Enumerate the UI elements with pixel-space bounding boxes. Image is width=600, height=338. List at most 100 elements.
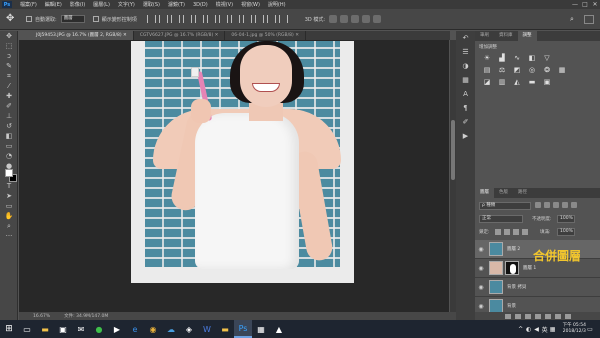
opacity-input[interactable]: 100% (557, 215, 575, 223)
show-transform-checkbox[interactable] (92, 16, 99, 22)
lasso-tool[interactable]: ↄ (0, 51, 18, 61)
auto-select-dropdown[interactable]: 圖層 (60, 15, 85, 23)
selective-color-icon[interactable]: ▣ (542, 78, 552, 86)
onedrive-icon[interactable]: ☁ (162, 320, 180, 338)
shape-tool[interactable]: ▭ (0, 201, 18, 211)
media-icon[interactable]: ▶ (108, 320, 126, 338)
photoshop-task-icon[interactable]: Ps (234, 320, 252, 338)
smart-filter-icon[interactable] (571, 202, 577, 208)
mail-icon[interactable]: ✉ (72, 320, 90, 338)
posterize-icon[interactable]: ▥ (497, 78, 507, 86)
lock-paint-icon[interactable] (504, 229, 510, 235)
line-icon[interactable]: ● (90, 320, 108, 338)
actions-icon[interactable]: ▶ (456, 129, 475, 143)
tab-cgtv6627[interactable]: CGTV6627.JPG @ 16.7% (RGB/8) ✕ (134, 31, 226, 40)
add-mask-icon[interactable] (524, 313, 531, 319)
history-brush-tool[interactable]: ↺ (0, 121, 18, 131)
color-balance-icon[interactable]: ⚖ (497, 66, 507, 74)
layer-filter-dropdown[interactable]: ρ 種類 (479, 202, 531, 210)
marquee-tool[interactable]: ⬚ (0, 41, 18, 51)
curves-icon[interactable]: ∿ (512, 54, 522, 62)
tab-layers[interactable]: 圖層 (475, 188, 494, 198)
character-icon[interactable]: A (456, 87, 475, 101)
windows-start-icon[interactable]: ⊞ (0, 320, 18, 338)
language-indicator[interactable]: 英 (541, 325, 549, 334)
3d-roll-icon[interactable] (340, 15, 349, 23)
menu-type[interactable]: 文字(Y) (114, 1, 139, 8)
menu-window[interactable]: 視窗(W) (237, 1, 264, 8)
new-layer-icon[interactable] (554, 313, 561, 319)
3d-scale-icon[interactable] (373, 15, 382, 23)
tab-06-04-1[interactable]: 06-04-1.jpg @ 50% (RGB/8) ✕ (225, 31, 306, 40)
menu-file[interactable]: 檔案(F) (16, 1, 41, 8)
ime-icon[interactable]: ▦ (549, 326, 557, 333)
fill-input[interactable]: 100% (557, 228, 575, 236)
auto-select-checkbox[interactable] (26, 16, 32, 22)
3d-rotate-icon[interactable] (329, 15, 338, 23)
link-layers-icon[interactable] (504, 313, 511, 319)
word-icon[interactable]: W (198, 320, 216, 338)
move-tool-icon[interactable]: ✥ (6, 13, 18, 25)
app-icon[interactable]: ◈ (180, 320, 198, 338)
new-group-icon[interactable] (544, 313, 551, 319)
tab-channels[interactable]: 色版 (494, 188, 513, 198)
zoom-level[interactable]: 16.67% (33, 314, 50, 319)
network-icon[interactable]: ◐ (525, 326, 533, 333)
more-tools-icon[interactable]: ··· (0, 231, 18, 241)
layer-style-icon[interactable] (514, 313, 521, 319)
paragraph-icon[interactable]: ¶ (456, 101, 475, 115)
menu-help[interactable]: 說明(H) (264, 1, 290, 8)
eye-icon[interactable]: ◉ (475, 284, 487, 291)
new-adjustment-icon[interactable] (534, 313, 541, 319)
maximize-button[interactable]: □ (580, 1, 590, 8)
type-tool[interactable]: T (0, 181, 18, 191)
levels-icon[interactable]: ▟ (497, 54, 507, 62)
photo-filter-icon[interactable]: ◎ (527, 66, 537, 74)
clone-stamp-tool[interactable]: ⊥ (0, 111, 18, 121)
lock-position-icon[interactable] (513, 229, 519, 235)
move-tool[interactable]: ✥ (0, 31, 18, 41)
delete-layer-icon[interactable] (564, 313, 571, 319)
lock-pixels-icon[interactable] (495, 229, 501, 235)
workspace-button[interactable] (584, 14, 594, 24)
hand-tool[interactable]: ✋ (0, 211, 18, 221)
layer-row[interactable]: ◉ 背景 拷貝 (475, 278, 600, 297)
clock[interactable]: 下午 05:54 2018/12/3 (563, 323, 586, 335)
eyedropper-tool[interactable]: ⁄ (0, 81, 18, 91)
distribute-bottom-icon[interactable] (242, 15, 252, 23)
align-bottom-icon[interactable] (170, 15, 180, 23)
blur-tool[interactable]: ◔ (0, 151, 18, 161)
menu-select[interactable]: 選取(S) (139, 1, 164, 8)
distribute-left-icon[interactable] (254, 15, 264, 23)
notification-icon[interactable]: ▭ (586, 326, 594, 333)
minimize-button[interactable]: — (570, 1, 580, 8)
photos-icon[interactable]: ▲ (270, 320, 288, 338)
pixel-filter-icon[interactable] (535, 202, 541, 208)
properties-icon[interactable]: ☰ (456, 45, 475, 59)
menu-view[interactable]: 檢視(V) (212, 1, 237, 8)
document-image[interactable] (131, 41, 354, 283)
scrollbar-thumb[interactable] (451, 120, 455, 180)
close-button[interactable]: ✕ (590, 1, 600, 8)
folder-icon[interactable]: ▬ (216, 320, 234, 338)
eraser-tool[interactable]: ◧ (0, 131, 18, 141)
black-white-icon[interactable]: ◩ (512, 66, 522, 74)
path-select-tool[interactable]: ➤ (0, 191, 18, 201)
lock-all-icon[interactable] (522, 229, 528, 235)
distribute-top-icon[interactable] (218, 15, 228, 23)
type-filter-icon[interactable] (553, 202, 559, 208)
channel-mixer-icon[interactable]: ❂ (542, 66, 552, 74)
eye-icon[interactable]: ◉ (475, 303, 487, 310)
hue-saturation-icon[interactable]: ▤ (482, 66, 492, 74)
menu-edit[interactable]: 編輯(E) (41, 1, 66, 8)
gradient-tool[interactable]: ▭ (0, 141, 18, 151)
tab-j0j59453[interactable]: J0J59453.JPG @ 16.7% (圖層 2, RGB/8) ✕ (30, 31, 134, 40)
zoom-tool[interactable]: ⌕ (0, 221, 18, 231)
menu-3d[interactable]: 3D(D) (189, 2, 212, 8)
quick-select-tool[interactable]: ✎ (0, 61, 18, 71)
color-icon[interactable]: ◑ (456, 59, 475, 73)
menu-image[interactable]: 影像(I) (66, 1, 89, 8)
gradient-map-icon[interactable]: ▬ (527, 78, 537, 86)
swatches-icon[interactable]: ▦ (456, 73, 475, 87)
shape-filter-icon[interactable] (562, 202, 568, 208)
